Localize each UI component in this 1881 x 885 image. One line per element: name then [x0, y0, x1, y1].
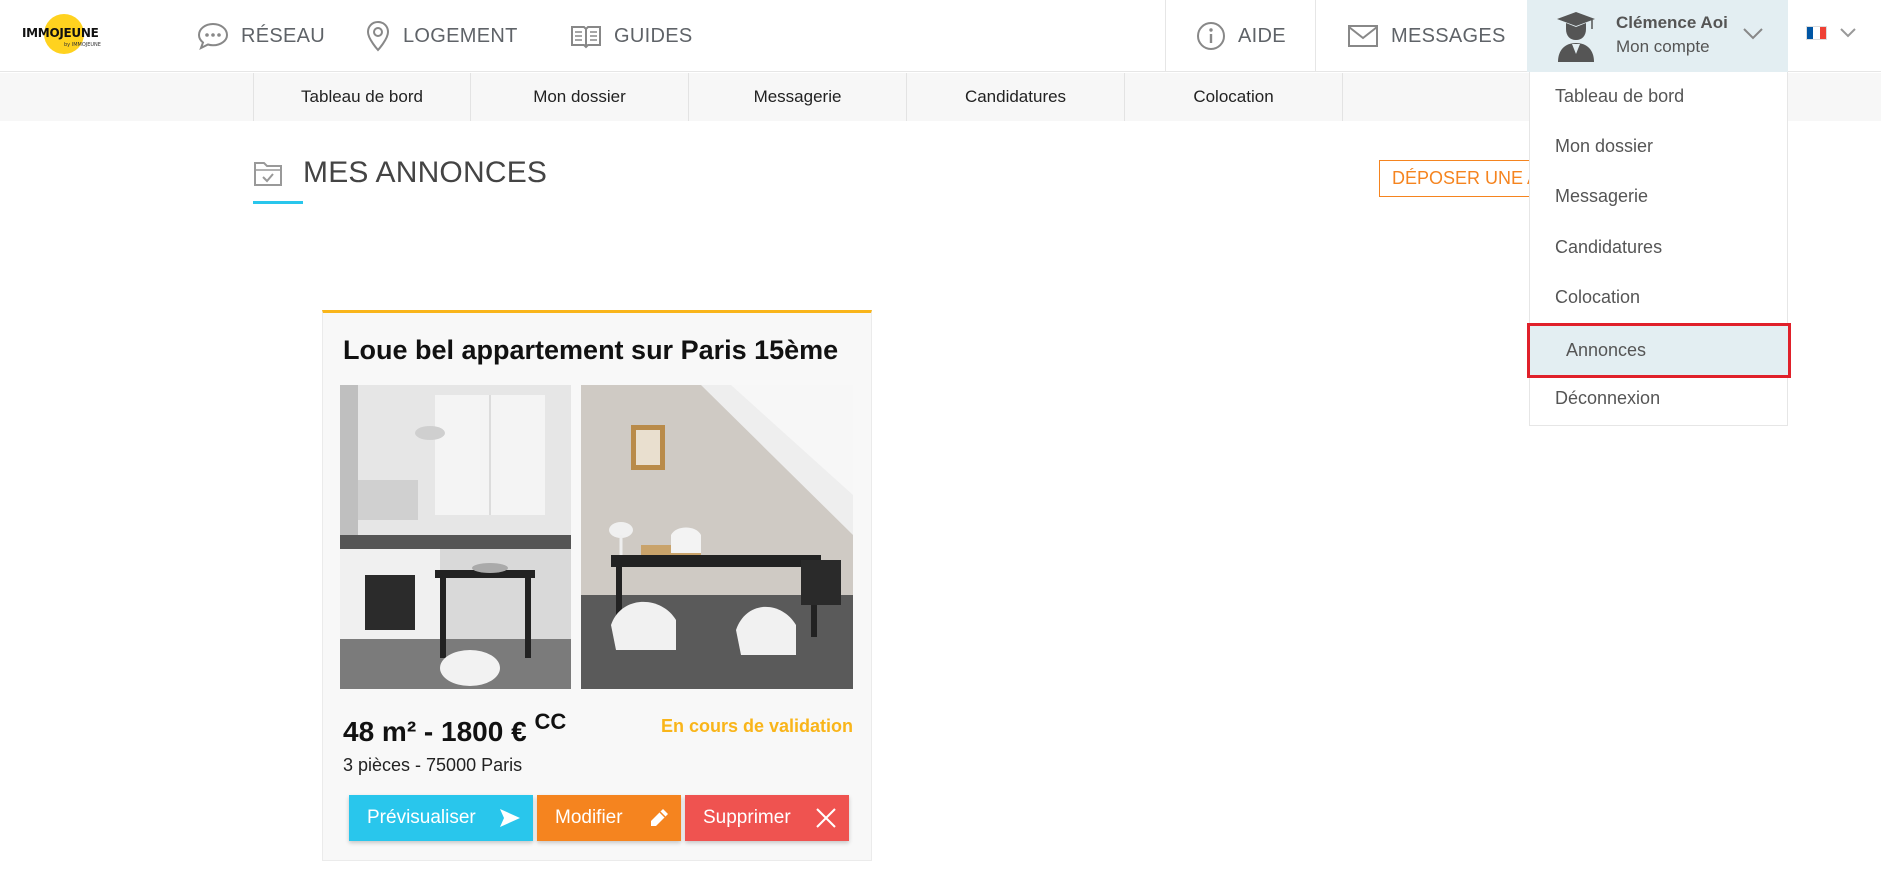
listing-card: Loue bel appartement sur Paris 15ème 48 …	[322, 310, 872, 861]
dropdown-item-mon-dossier[interactable]: Mon dossier	[1555, 136, 1653, 157]
title-underline	[253, 201, 303, 204]
close-icon	[816, 808, 836, 828]
chat-bubble-icon	[197, 22, 229, 50]
page-header: MES ANNONCES	[253, 156, 547, 190]
graduate-avatar-icon	[1557, 12, 1595, 62]
nav-guides-label: GUIDES	[614, 24, 693, 47]
account-menu-toggle[interactable]: Clémence Aoi Mon compte	[1527, 0, 1788, 72]
dropdown-item-tableau-de-bord[interactable]: Tableau de bord	[1555, 86, 1684, 107]
edit-button[interactable]: Modifier	[537, 795, 681, 841]
page-title: MES ANNONCES	[303, 156, 548, 189]
subtab-mon-dossier[interactable]: Mon dossier	[471, 73, 689, 121]
nav-messages[interactable]: MESSAGES	[1347, 0, 1506, 72]
dashboard-subnav: Tableau de bord Mon dossier Messagerie C…	[253, 73, 1343, 121]
account-name: Clémence Aoi	[1616, 13, 1728, 32]
delete-button[interactable]: Supprimer	[685, 795, 849, 841]
listing-title[interactable]: Loue bel appartement sur Paris 15ème	[343, 335, 838, 366]
listing-price: 48 m² - 1800 € CC	[343, 709, 566, 748]
price-main: 48 m² - 1800 €	[343, 716, 527, 747]
delete-button-label: Supprimer	[703, 807, 791, 828]
account-subtitle: Mon compte	[1616, 37, 1710, 56]
subtab-colocation[interactable]: Colocation	[1125, 73, 1343, 121]
nav-reseau-label: RÉSEAU	[241, 24, 326, 47]
nav-logement[interactable]: LOGEMENT	[365, 0, 518, 72]
kitchen-photo[interactable]	[340, 385, 571, 689]
listing-status: En cours de validation	[660, 716, 853, 736]
chevron-down-icon	[1743, 28, 1763, 40]
dropdown-item-candidatures[interactable]: Candidatures	[1555, 237, 1662, 258]
nav-guides[interactable]: GUIDES	[570, 0, 692, 72]
france-flag-icon	[1806, 26, 1827, 40]
dropdown-item-colocation[interactable]: Colocation	[1555, 287, 1640, 308]
logo-text: IMMOJEUNE	[22, 26, 99, 40]
deposit-listing-button[interactable]: DÉPOSER UNE ANNONCE	[1379, 160, 1549, 197]
dropdown-item-annonces-label: Annonces	[1566, 340, 1647, 360]
pencil-icon	[651, 809, 668, 826]
nav-aide-label: AIDE	[1238, 24, 1286, 47]
preview-button-label: Prévisualiser	[367, 807, 476, 828]
info-circle-icon	[1197, 22, 1225, 50]
dropdown-item-deconnexion[interactable]: Déconnexion	[1555, 388, 1660, 409]
nav-reseau[interactable]: RÉSEAU	[197, 0, 325, 72]
envelope-icon	[1348, 25, 1378, 47]
send-arrow-icon	[500, 809, 520, 827]
office-photo[interactable]	[581, 385, 853, 689]
subtab-candidatures[interactable]: Candidatures	[907, 73, 1125, 121]
logo-subtext: by IMMOJEUNE	[64, 42, 101, 48]
nav-messages-label: MESSAGES	[1391, 24, 1506, 47]
listing-details: 3 pièces - 75000 Paris	[343, 755, 523, 775]
nav-logement-label: LOGEMENT	[403, 24, 518, 47]
immojeune-logo[interactable]: IMMOJEUNE by IMMOJEUNE	[22, 14, 106, 54]
subtab-messagerie[interactable]: Messagerie	[689, 73, 907, 121]
nav-aide[interactable]: AIDE	[1196, 0, 1286, 72]
dropdown-item-messagerie[interactable]: Messagerie	[1555, 186, 1648, 207]
open-book-icon	[571, 26, 601, 49]
top-navigation-bar: IMMOJEUNE by IMMOJEUNE RÉSEAU LOGEMENT G…	[0, 0, 1881, 72]
edit-button-label: Modifier	[555, 807, 623, 828]
nav-divider	[1165, 0, 1166, 72]
chevron-down-icon	[1840, 28, 1856, 38]
subtab-tableau-de-bord[interactable]: Tableau de bord	[253, 73, 471, 121]
folder-check-icon	[254, 162, 282, 186]
language-selector[interactable]	[1806, 26, 1857, 40]
nav-divider	[1315, 0, 1316, 72]
location-pin-icon	[366, 20, 390, 52]
dropdown-item-annonces[interactable]: Annonces	[1527, 323, 1791, 378]
preview-button[interactable]: Prévisualiser	[349, 795, 533, 841]
price-suffix: CC	[534, 709, 567, 734]
